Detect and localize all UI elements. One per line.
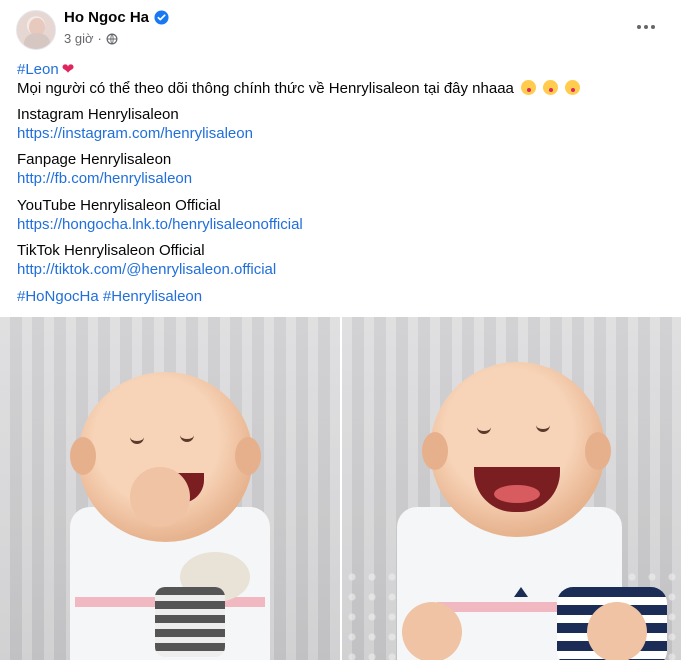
baby-ear [585,432,611,470]
globe-icon[interactable] [106,33,118,45]
tag-line: #Leon ❤ [17,60,74,79]
section-instagram: Instagram Henrylisaleon https://instagra… [17,105,253,143]
hashtag-leon[interactable]: #Leon [17,61,59,78]
post-meta: 3 giờ · [64,31,118,46]
more-dot [644,25,648,29]
section-title: Fanpage Henrylisaleon [17,151,172,168]
section-youtube: YouTube Henrylisaleon Official https://h… [17,196,303,234]
instagram-link[interactable]: https://instagram.com/henrylisaleon [17,124,253,143]
photo-1[interactable] [0,317,340,660]
youtube-link[interactable]: https://hongocha.lnk.to/henrylisaleonoff… [17,215,303,234]
section-title: Instagram Henrylisaleon [17,106,179,123]
section-title: YouTube Henrylisaleon Official [17,197,221,214]
fanpage-link[interactable]: http://fb.com/henrylisaleon [17,169,192,188]
heart-emoji-icon: ❤ [61,61,75,78]
kiss-emoji-icon [521,80,537,95]
baby-hand [587,602,647,660]
author-avatar[interactable] [16,10,56,50]
post-photos [0,317,681,660]
more-dot [651,25,655,29]
more-dot [637,25,641,29]
facebook-post: Ho Ngoc Ha 3 giờ · #Leon ❤ Mọi người có t… [0,0,681,660]
author-row: Ho Ngoc Ha [64,9,169,26]
boat-icon [514,587,528,597]
photo-2[interactable] [342,317,681,660]
baby-ear [422,432,448,470]
avatar-body [24,33,50,49]
meta-separator: · [97,31,102,46]
section-fanpage: Fanpage Henrylisaleon http://fb.com/henr… [17,150,192,188]
tiktok-link[interactable]: http://tiktok.com/@henrylisaleon.officia… [17,260,276,279]
more-options-icon[interactable] [632,17,660,37]
intro-line: Mọi người có thể theo dõi thông chính th… [17,79,581,98]
hashtag-honogocha[interactable]: #HoNgocHa [17,288,99,305]
hashtags-line: #HoNgocHa #Henrylisaleon [17,287,202,306]
post-time[interactable]: 3 giờ [64,31,94,46]
baby-tongue [494,485,540,503]
baby-ear [235,437,261,475]
kiss-emoji-icon [543,80,559,95]
hashtag-henrylisaleon[interactable]: #Henrylisaleon [103,288,202,305]
section-title: TikTok Henrylisaleon Official [17,242,205,259]
author-name[interactable]: Ho Ngoc Ha [64,9,149,26]
baby-ear [70,437,96,475]
intro-text: Mọi người có thể theo dõi thông chính th… [17,80,514,97]
section-tiktok: TikTok Henrylisaleon Official http://tik… [17,241,276,279]
baby-hand [130,467,190,527]
toy-body [155,587,225,657]
post-header: Ho Ngoc Ha 3 giờ · [0,0,681,58]
kiss-emoji-icon [565,80,581,95]
verified-badge-icon [154,10,169,25]
baby-hand [402,602,462,660]
